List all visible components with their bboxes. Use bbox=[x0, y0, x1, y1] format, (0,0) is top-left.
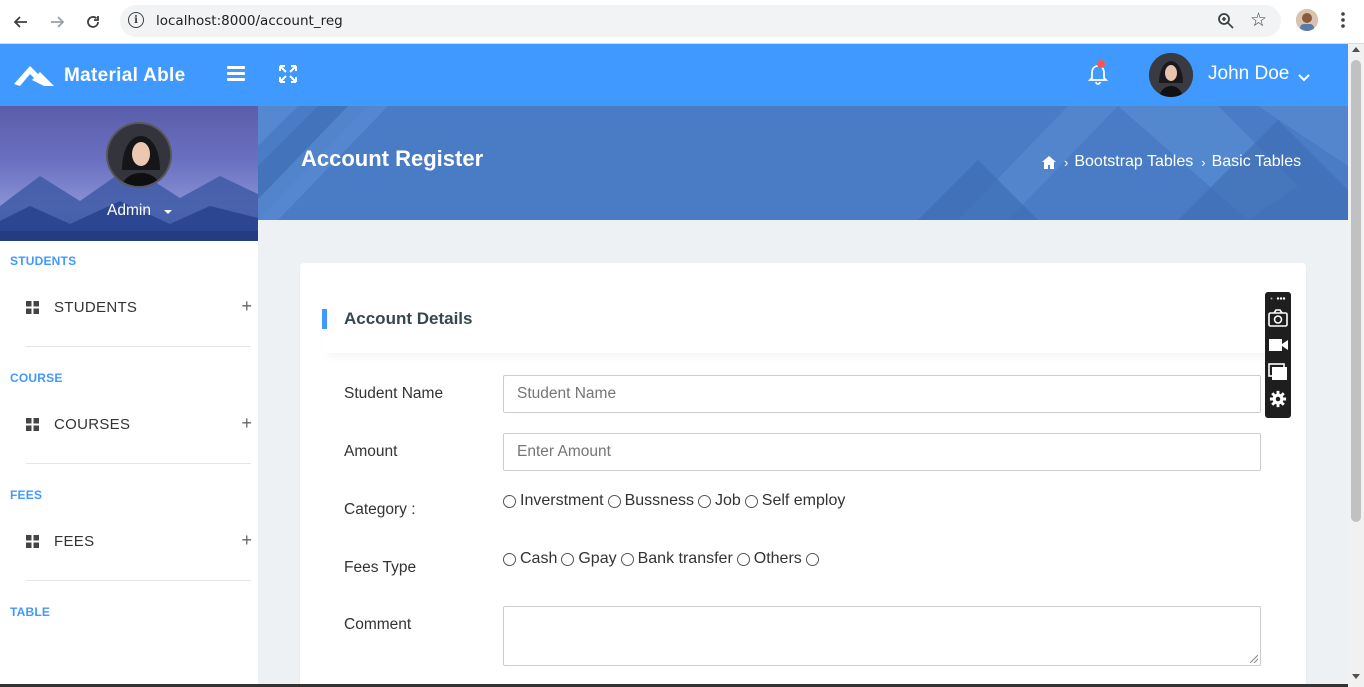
sidebar-item-label: STUDENTS bbox=[54, 299, 138, 316]
browser-toolbar: i localhost:8000/account_reg ☆ bbox=[0, 0, 1364, 44]
sidebar-item-students[interactable]: STUDENTS + bbox=[24, 294, 252, 324]
divider bbox=[26, 346, 251, 347]
student-name-input[interactable] bbox=[503, 375, 1261, 413]
star-icon[interactable]: ☆ bbox=[1250, 9, 1267, 32]
radio-label: Cash bbox=[520, 550, 558, 567]
sidebar-user-name[interactable]: Admin bbox=[107, 202, 151, 220]
sidebar-profile: Admin bbox=[0, 106, 258, 241]
category-radio-self-employ[interactable] bbox=[744, 494, 758, 508]
plus-icon[interactable]: + bbox=[241, 530, 252, 551]
comment-textarea[interactable] bbox=[503, 606, 1261, 666]
divider bbox=[26, 463, 251, 464]
sidebar-item-label: COURSES bbox=[54, 416, 131, 433]
breadcrumb-separator: › bbox=[1201, 154, 1206, 170]
url-text[interactable]: localhost:8000/account_reg bbox=[156, 13, 343, 29]
category-radio-inverstment[interactable] bbox=[503, 494, 516, 508]
window-icon[interactable] bbox=[1268, 363, 1288, 381]
category-radio-group: Inverstment Bussness Job Self employ bbox=[503, 492, 849, 510]
card-header: Account Details bbox=[322, 285, 1284, 353]
app-header: Material Able John Doe bbox=[0, 44, 1348, 106]
scroll-down-icon[interactable] bbox=[1352, 674, 1360, 679]
radio-label: Job bbox=[714, 492, 741, 509]
caret-down-icon[interactable] bbox=[164, 210, 172, 214]
logo-icon bbox=[14, 62, 54, 88]
menu-icon[interactable] bbox=[227, 66, 245, 82]
browser-menu-icon[interactable] bbox=[1334, 9, 1352, 33]
resize-grip-icon[interactable] bbox=[1250, 655, 1258, 663]
category-radio-job[interactable] bbox=[697, 494, 711, 508]
info-icon[interactable]: i bbox=[128, 12, 144, 28]
amount-label: Amount bbox=[344, 443, 398, 460]
sidebar-item-fees[interactable]: FEES + bbox=[24, 528, 252, 558]
card-title: Account Details bbox=[344, 309, 473, 328]
card-header-accent bbox=[322, 309, 327, 329]
radio-label: Inverstment bbox=[520, 492, 604, 509]
page-banner: Account Register › Bootstrap Tables › Ba… bbox=[258, 106, 1348, 220]
fees-radio-cash[interactable] bbox=[503, 552, 516, 566]
fees-type-radio-group: Cash Gpay Bank transfer Others bbox=[503, 550, 823, 568]
breadcrumb-separator: › bbox=[1064, 154, 1069, 170]
address-bar[interactable]: i localhost:8000/account_reg ☆ bbox=[120, 5, 1281, 37]
radio-label: Bank transfer bbox=[637, 550, 733, 567]
sidebar: Admin STUDENTS STUDENTS + COURSE COURSES… bbox=[0, 106, 258, 687]
video-icon[interactable] bbox=[1268, 336, 1288, 354]
main-content: Account Register › Bootstrap Tables › Ba… bbox=[258, 106, 1348, 687]
nav-heading-fees: FEES bbox=[10, 488, 43, 502]
radio-label: Self employ bbox=[761, 492, 846, 509]
grid-icon bbox=[26, 301, 39, 314]
category-label: Category : bbox=[344, 501, 416, 518]
sidebar-item-courses[interactable]: COURSES + bbox=[24, 411, 252, 441]
fees-radio-gpay[interactable] bbox=[561, 552, 575, 566]
browser-profile-avatar[interactable] bbox=[1296, 9, 1318, 31]
sidebar-avatar[interactable] bbox=[106, 122, 172, 188]
caret-down-icon[interactable] bbox=[1297, 70, 1311, 82]
camera-icon[interactable] bbox=[1268, 309, 1288, 327]
fees-type-label: Fees Type bbox=[344, 559, 417, 576]
breadcrumb-bootstrap-tables[interactable]: Bootstrap Tables bbox=[1074, 153, 1193, 171]
student-name-label: Student Name bbox=[344, 385, 444, 402]
breadcrumb-basic-tables[interactable]: Basic Tables bbox=[1212, 153, 1302, 171]
amount-input[interactable] bbox=[503, 433, 1261, 471]
user-name[interactable]: John Doe bbox=[1208, 63, 1289, 85]
back-icon[interactable] bbox=[9, 10, 33, 34]
radio-label: Others bbox=[753, 550, 802, 567]
nav-heading-students: STUDENTS bbox=[10, 254, 77, 268]
plus-icon[interactable]: + bbox=[241, 413, 252, 434]
category-radio-bussness[interactable] bbox=[607, 494, 621, 508]
page-title: Account Register bbox=[301, 146, 484, 171]
gear-icon[interactable] bbox=[1268, 390, 1288, 408]
app-name[interactable]: Material Able bbox=[64, 65, 185, 87]
radio-label: Gpay bbox=[578, 550, 617, 567]
forward-icon[interactable] bbox=[45, 10, 69, 34]
radio-label: Bussness bbox=[624, 492, 694, 509]
sidebar-item-label: FEES bbox=[54, 533, 95, 550]
reload-icon[interactable] bbox=[81, 10, 105, 34]
comment-label: Comment bbox=[344, 616, 412, 633]
divider bbox=[26, 580, 251, 581]
account-form-card: Account Details Student Name Amount Cate… bbox=[300, 263, 1306, 687]
fees-radio-extra[interactable] bbox=[805, 552, 819, 566]
fees-radio-bank-transfer[interactable] bbox=[620, 552, 634, 566]
fees-radio-others[interactable] bbox=[736, 552, 750, 566]
grid-icon bbox=[26, 418, 39, 431]
home-icon[interactable] bbox=[1042, 155, 1056, 169]
avatar[interactable] bbox=[1149, 53, 1193, 97]
nav-heading-table: TABLE bbox=[10, 605, 51, 619]
grid-icon bbox=[26, 535, 39, 548]
plus-icon[interactable]: + bbox=[241, 296, 252, 317]
expand-icon[interactable] bbox=[278, 64, 298, 84]
scrollbar-thumb[interactable] bbox=[1351, 60, 1361, 522]
nav-heading-course: COURSE bbox=[10, 371, 63, 385]
notification-dot bbox=[1097, 60, 1105, 68]
drag-handle-icon[interactable] bbox=[1270, 297, 1286, 300]
capture-toolbar bbox=[1265, 292, 1291, 418]
zoom-icon[interactable] bbox=[1217, 12, 1235, 30]
breadcrumb: › Bootstrap Tables › Basic Tables bbox=[1042, 153, 1309, 171]
scroll-up-icon[interactable] bbox=[1352, 47, 1360, 52]
